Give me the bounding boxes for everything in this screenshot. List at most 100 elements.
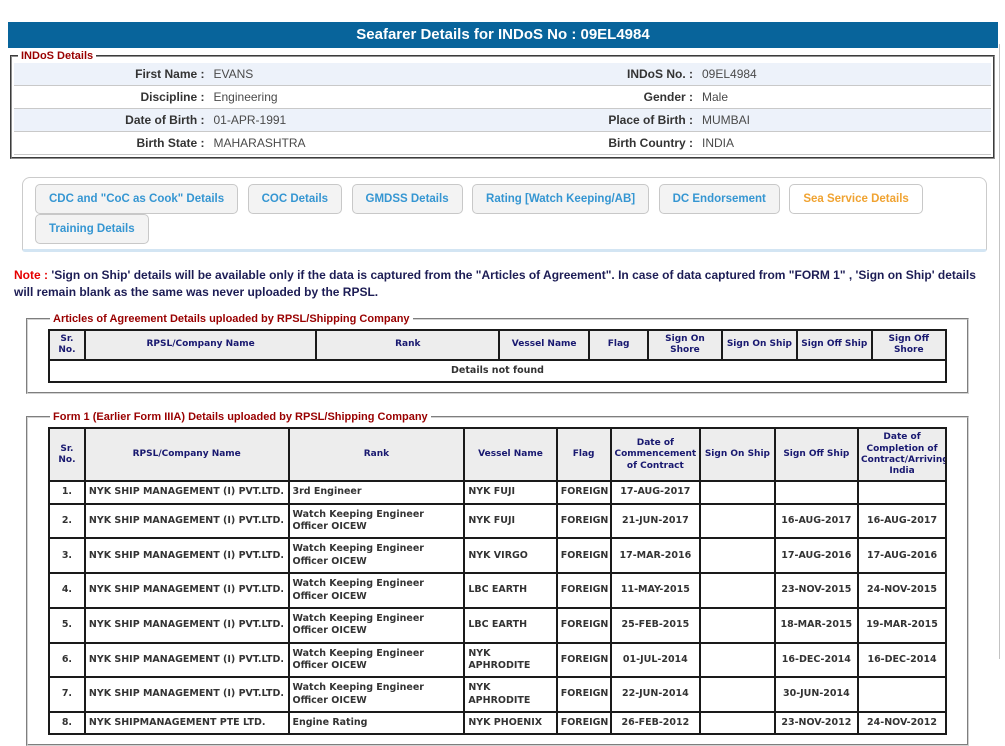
sea-service-panel: Note : 'Sign on Ship' details will be av… [0, 267, 1005, 746]
cell-sr-no: 6. [49, 643, 85, 678]
field-value: 09EL4984 [693, 63, 757, 85]
cell-sign-on-ship [700, 538, 774, 573]
cell-sign-off-ship [775, 481, 858, 503]
indos-left-pair: Discipline : Engineering [14, 86, 503, 108]
cell-company: NYK SHIP MANAGEMENT (I) PVT.LTD. [85, 504, 289, 539]
indos-right-pair: Gender : Male [503, 86, 992, 108]
column-header: Rank [289, 428, 465, 481]
cell-flag: FOREIGN [557, 481, 611, 503]
cell-flag: FOREIGN [557, 504, 611, 539]
field-value: MUMBAI [693, 109, 750, 131]
cell-sign-off-ship: 16-AUG-2017 [775, 504, 858, 539]
indos-row: Birth State : MAHARASHTRA Birth Country … [14, 132, 991, 155]
tab-label: CDC and "CoC as Cook" Details [49, 193, 224, 205]
note-text: 'Sign on Ship' details will be available… [14, 268, 976, 299]
cell-sign-on-ship [700, 677, 774, 712]
cell-sign-on-ship [700, 712, 774, 734]
form1-legend: Form 1 (Earlier Form IIIA) Details uploa… [50, 411, 431, 423]
column-header: Sign Off Ship [775, 428, 858, 481]
field-value: Engineering [205, 86, 278, 108]
column-header: Sr. No. [49, 428, 85, 481]
cell-completion-date: 24-NOV-2012 [858, 712, 946, 734]
cell-commencement-date: 01-JUL-2014 [611, 643, 701, 678]
cell-sign-on-ship [700, 504, 774, 539]
articles-header-row: Sr. No. RPSL/Company Name Rank Vessel Na… [49, 330, 946, 361]
indos-left-pair: Date of Birth : 01-APR-1991 [14, 109, 503, 131]
cell-rank: Watch Keeping Engineer Officer OICEW [289, 573, 465, 608]
field-value: MAHARASHTRA [205, 132, 306, 154]
cell-company: NYK SHIP MANAGEMENT (I) PVT.LTD. [85, 538, 289, 573]
table-row: 4. NYK SHIP MANAGEMENT (I) PVT.LTD. Watc… [49, 573, 946, 608]
field-value: Male [693, 86, 728, 108]
cell-sr-no: 5. [49, 608, 85, 643]
cell-sr-no: 7. [49, 677, 85, 712]
cell-vessel: NYK VIRGO [464, 538, 556, 573]
field-label: Birth State : [14, 132, 205, 154]
field-label: Birth Country : [503, 132, 694, 154]
column-header: Sign Off Shore [872, 330, 946, 361]
tab-sea-service-details[interactable]: Sea Service Details [789, 184, 923, 214]
table-row: 6. NYK SHIP MANAGEMENT (I) PVT.LTD. Watc… [49, 643, 946, 678]
cell-sign-on-ship [700, 608, 774, 643]
indos-left-pair: Birth State : MAHARASHTRA [14, 132, 503, 154]
cell-vessel: NYK PHOENIX [464, 712, 556, 734]
column-header: Flag [589, 330, 648, 361]
cell-rank: Watch Keeping Engineer Officer OICEW [289, 538, 465, 573]
indos-details-legend: INDoS Details [18, 50, 96, 62]
cell-sign-on-ship [700, 643, 774, 678]
column-header: Sign On Shore [648, 330, 722, 361]
column-header: Rank [316, 330, 499, 361]
cell-completion-date: 17-AUG-2016 [858, 538, 946, 573]
table-row: 3. NYK SHIP MANAGEMENT (I) PVT.LTD. Watc… [49, 538, 946, 573]
field-label: INDoS No. : [503, 63, 694, 85]
column-header: Sign Off Ship [797, 330, 871, 361]
cell-flag: FOREIGN [557, 712, 611, 734]
indos-row: Date of Birth : 01-APR-1991 Place of Bir… [14, 109, 991, 132]
cell-flag: FOREIGN [557, 538, 611, 573]
cell-commencement-date: 22-JUN-2014 [611, 677, 701, 712]
cell-company: NYK SHIP MANAGEMENT (I) PVT.LTD. [85, 481, 289, 503]
cell-commencement-date: 17-MAR-2016 [611, 538, 701, 573]
cell-company: NYK SHIP MANAGEMENT (I) PVT.LTD. [85, 677, 289, 712]
tab-dc-endorsement[interactable]: DC Endorsement [659, 184, 780, 214]
indos-right-pair: Place of Birth : MUMBAI [503, 109, 992, 131]
indos-left-pair: First Name : EVANS [14, 63, 503, 85]
page-right-border [999, 44, 1000, 659]
cell-commencement-date: 17-AUG-2017 [611, 481, 701, 503]
tab-training-details[interactable]: Training Details [35, 214, 149, 244]
field-label: First Name : [14, 63, 205, 85]
cell-commencement-date: 26-FEB-2012 [611, 712, 701, 734]
tab-cdc-and-coc-as-cook-details[interactable]: CDC and "CoC as Cook" Details [35, 184, 238, 214]
articles-section: Articles of Agreement Details uploaded b… [26, 313, 969, 395]
cell-sr-no: 1. [49, 481, 85, 503]
column-header: Vessel Name [499, 330, 589, 361]
cell-rank: Watch Keeping Engineer Officer OICEW [289, 677, 465, 712]
empty-row: Details not found [49, 360, 946, 382]
cell-commencement-date: 11-MAY-2015 [611, 573, 701, 608]
field-label: Discipline : [14, 86, 205, 108]
column-header: Vessel Name [464, 428, 556, 481]
cell-completion-date: 16-DEC-2014 [858, 643, 946, 678]
cell-company: NYK SHIPMANAGEMENT PTE LTD. [85, 712, 289, 734]
tab-label: COC Details [262, 193, 328, 205]
table-row: 7. NYK SHIP MANAGEMENT (I) PVT.LTD. Watc… [49, 677, 946, 712]
indos-row: Discipline : Engineering Gender : Male [14, 86, 991, 109]
field-label: Date of Birth : [14, 109, 205, 131]
field-label: Gender : [503, 86, 694, 108]
tab-gmdss-details[interactable]: GMDSS Details [352, 184, 463, 214]
column-header: RPSL/Company Name [85, 428, 289, 481]
column-header: Date of Commencement of Contract [611, 428, 701, 481]
indos-details-grid: First Name : EVANS INDoS No. : 09EL4984 … [14, 63, 991, 155]
tab-rating-watch-keeping-ab[interactable]: Rating [Watch Keeping/AB] [472, 184, 649, 214]
form1-header-row: Sr. No. RPSL/Company Name Rank Vessel Na… [49, 428, 946, 481]
cell-sign-off-ship: 18-MAR-2015 [775, 608, 858, 643]
cell-vessel: NYK APHRODITE [464, 677, 556, 712]
table-row: 8. NYK SHIPMANAGEMENT PTE LTD. Engine Ra… [49, 712, 946, 734]
tab-label: GMDSS Details [366, 193, 449, 205]
tab-coc-details[interactable]: COC Details [248, 184, 342, 214]
column-header: Sr. No. [49, 330, 85, 361]
column-header: RPSL/Company Name [85, 330, 316, 361]
cell-sign-off-ship: 30-JUN-2014 [775, 677, 858, 712]
cell-sign-on-ship [700, 481, 774, 503]
cell-sr-no: 8. [49, 712, 85, 734]
